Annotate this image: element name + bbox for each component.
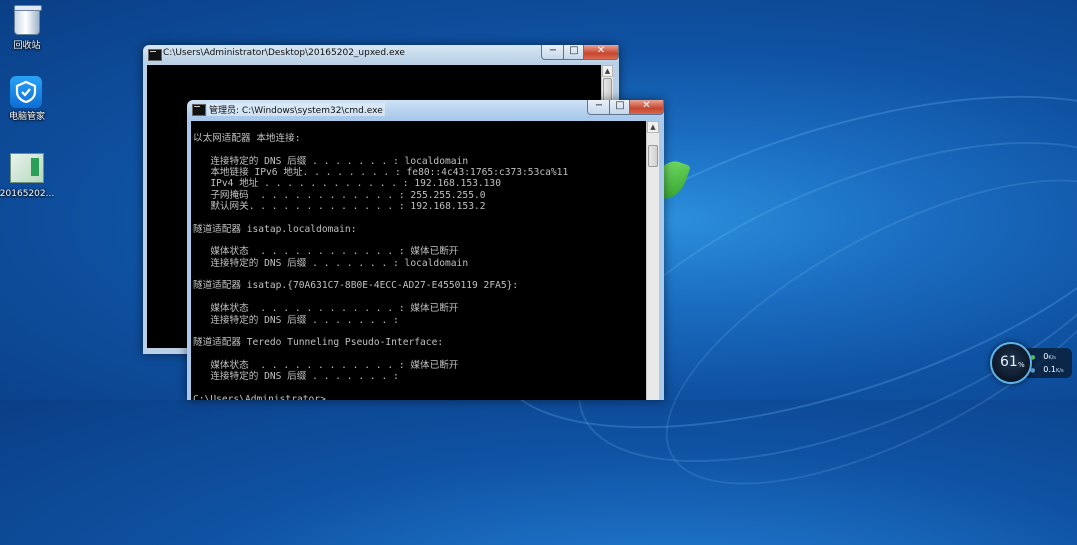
maximize-button[interactable]: □ (563, 45, 585, 60)
window-titlebar[interactable]: 管理员: C:\Windows\system32\cmd.exe − □ ✕ (187, 100, 664, 118)
console-line: 隧道适配器 isatap.localdomain: (193, 223, 357, 235)
desktop-icon-label: 电脑管家 (8, 112, 45, 122)
console-line: 本地链接 IPv6 地址. . . . . . . . : fe80::4c43… (193, 167, 569, 179)
vertical-scrollbar[interactable]: ▲ (646, 121, 659, 400)
scroll-up-button[interactable]: ▲ (602, 65, 613, 77)
console-line: 连接特定的 DNS 后缀 . . . . . . . : localdomain (193, 155, 469, 167)
upload-speed: ● 0.1K/s (1030, 365, 1064, 374)
console-line: 以太网适配器 本地连接: (193, 133, 301, 144)
usage-percent: 61 (1000, 354, 1018, 370)
recycle-bin-icon (10, 5, 44, 39)
console-line: 媒体状态 . . . . . . . . . . . . : 媒体已断开 (193, 303, 459, 315)
desktop-icon-recycle-bin[interactable]: 回收站 (0, 2, 57, 52)
close-button[interactable]: ✕ (583, 45, 619, 60)
console-line: 子网掩码 . . . . . . . . . . . . : 255.255.2… (193, 189, 486, 201)
close-button[interactable]: ✕ (629, 100, 664, 115)
minimize-button[interactable]: − (541, 45, 565, 60)
scroll-up-button[interactable]: ▲ (647, 121, 659, 133)
scroll-thumb[interactable] (648, 145, 658, 167)
desktop-icon-pc-manager[interactable]: 电脑管家 (0, 76, 57, 123)
network-monitor-gadget[interactable]: ● 0K/s ● 0.1K/s 61 % (990, 342, 1075, 384)
window-titlebar[interactable]: C:\Users\Administrator\Desktop\20165202_… (143, 45, 619, 63)
console-line: 隧道适配器 isatap.{70A631C7-8B0E-4ECC-AD27-E4… (193, 280, 519, 292)
window-title: 管理员: C:\Windows\system32\cmd.exe (207, 103, 385, 116)
console-line: 连接特定的 DNS 后缀 . . . . . . . : (193, 314, 399, 326)
console-line: 连接特定的 DNS 后缀 . . . . . . . : (193, 371, 399, 383)
console-line: IPv4 地址 . . . . . . . . . . . . : 192.16… (193, 178, 501, 190)
console-icon (192, 104, 206, 116)
console-line: 默认网关. . . . . . . . . . . . . : 192.168.… (193, 201, 486, 213)
tencent-pc-manager-icon (10, 76, 44, 110)
desktop-icon-label: 20165202... (0, 189, 55, 199)
maximize-button[interactable]: □ (609, 100, 631, 115)
cmd-window[interactable]: 管理员: C:\Windows\system32\cmd.exe − □ ✕ 以… (187, 100, 664, 400)
minimize-button[interactable]: − (587, 100, 611, 115)
console-icon (148, 49, 162, 61)
exe-file-icon (10, 153, 44, 187)
console-line: 媒体状态 . . . . . . . . . . . . : 媒体已断开 (193, 359, 459, 371)
usage-unit: % (1018, 361, 1025, 369)
console-line: 媒体状态 . . . . . . . . . . . . : 媒体已断开 (193, 246, 459, 258)
speed-panel: ● 0K/s ● 0.1K/s (1026, 348, 1072, 378)
console-output[interactable]: 以太网适配器 本地连接: 连接特定的 DNS 后缀 . . . . . . . … (191, 121, 646, 400)
wallpaper-streak (622, 118, 1077, 545)
desktop-icon-label: 回收站 (13, 41, 41, 51)
usage-gauge[interactable]: 61 % (990, 342, 1032, 384)
console-line: C:\Users\Administrator> (193, 393, 326, 400)
console-line: 隧道适配器 Teredo Tunneling Pseudo-Interface: (193, 337, 444, 349)
console-text: 以太网适配器 本地连接: 连接特定的 DNS 后缀 . . . . . . . … (193, 133, 568, 400)
desktop-icon-exe-file[interactable]: 20165202... (0, 150, 57, 200)
download-speed: ● 0K/s (1030, 352, 1056, 361)
window-title: C:\Users\Administrator\Desktop\20165202_… (163, 48, 405, 58)
console-line: 连接特定的 DNS 后缀 . . . . . . . : localdomain (193, 257, 469, 269)
